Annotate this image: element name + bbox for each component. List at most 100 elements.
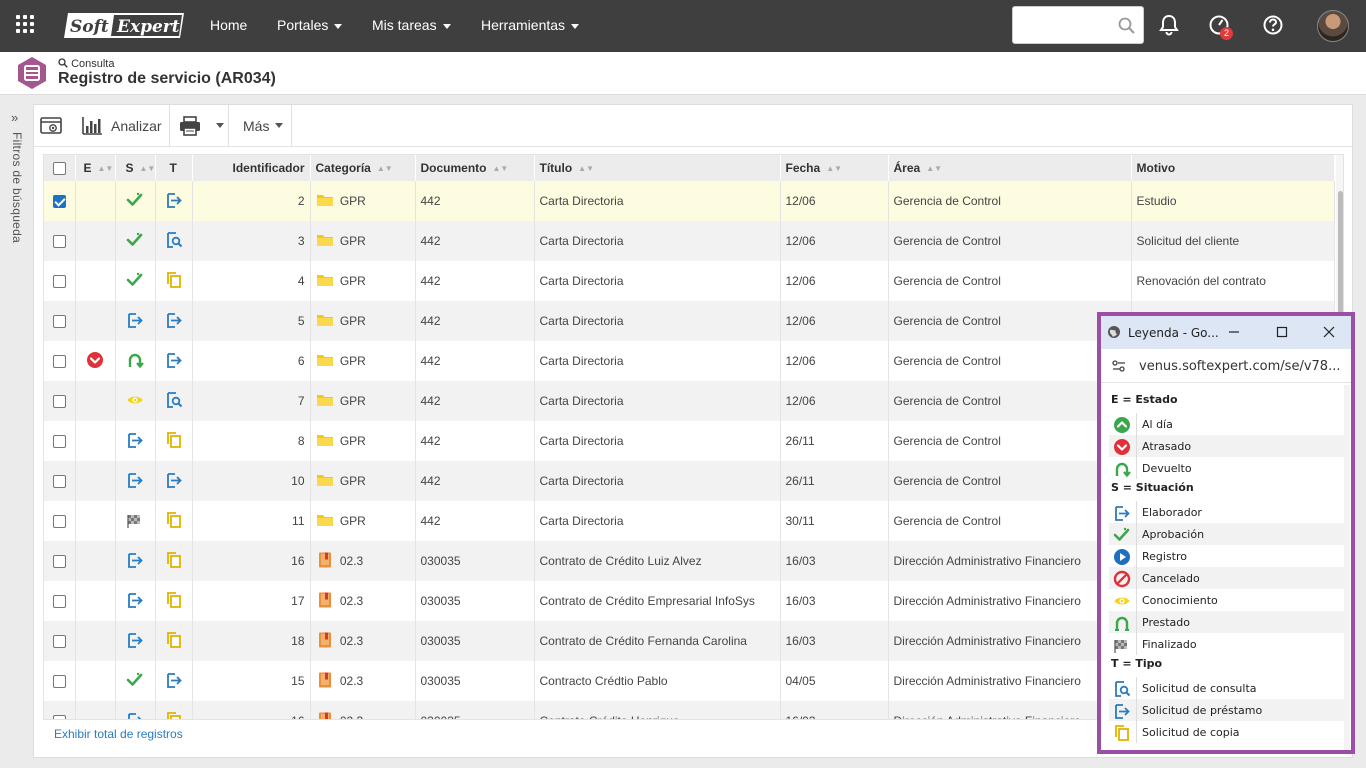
show-total-records-link[interactable]: Exhibir total de registros	[54, 727, 183, 741]
more-button[interactable]: Más	[243, 105, 284, 146]
row-checkbox[interactable]	[52, 355, 66, 369]
site-settings-icon[interactable]	[1112, 360, 1126, 372]
returned-status-icon	[126, 351, 144, 372]
filters-label[interactable]: Filtros de búsqueda	[10, 132, 24, 243]
row-checkbox[interactable]	[52, 275, 66, 289]
nav-home[interactable]: Home	[210, 17, 247, 33]
categoria-label: GPR	[339, 474, 366, 488]
finished-flag-icon	[126, 511, 144, 532]
row-checkbox[interactable]	[52, 435, 66, 449]
column-header-titulo[interactable]: Título ▲▼	[534, 155, 781, 181]
cell-situacion	[115, 341, 156, 381]
row-checkbox[interactable]	[52, 595, 66, 609]
consult-request-icon	[1113, 680, 1131, 701]
cell-titulo: Carta Directoria	[534, 381, 781, 421]
row-checkbox[interactable]	[52, 675, 66, 689]
table-row[interactable]: 3 GPR 442 Carta Directoria 12/06 Gerencia de…	[44, 221, 1335, 261]
legend-body: E = Estado Al día Atrasado Devuelto S = Situ…	[1101, 385, 1351, 750]
legend-item: Solicitud de consulta	[1109, 677, 1345, 699]
print-dropdown-button[interactable]	[210, 105, 224, 146]
row-checkbox[interactable]	[52, 195, 66, 209]
nav-herramientas[interactable]: Herramientas	[481, 17, 580, 33]
row-checkbox[interactable]	[52, 715, 66, 719]
bell-icon[interactable]	[1159, 14, 1179, 36]
column-header-identificador[interactable]: Identificador	[192, 155, 311, 181]
finished-flag-icon	[1113, 636, 1131, 657]
cell-documento: 442	[415, 301, 535, 341]
legend-item: Finalizado	[1109, 633, 1345, 655]
column-header-e[interactable]: E ▲▼	[75, 155, 116, 181]
print-button[interactable]	[179, 105, 201, 146]
approval-check-icon	[126, 271, 144, 292]
sort-icon: ▲▼	[578, 164, 594, 174]
cell-documento: 030035	[415, 701, 535, 719]
cell-tipo	[155, 501, 193, 541]
cell-fecha: 16/03	[780, 581, 889, 621]
table-row[interactable]: 4 GPR 442 Carta Directoria 12/06 Gerencia de…	[44, 261, 1335, 301]
row-checkbox[interactable]	[52, 475, 66, 489]
cell-area: Gerencia de Control	[888, 261, 1132, 301]
search-filters-sidebar: » Filtros de búsqueda	[0, 96, 32, 768]
row-checkbox[interactable]	[52, 235, 66, 249]
legend-item: Atrasado	[1109, 435, 1345, 457]
column-header-categoria[interactable]: Categoría ▲▼	[310, 155, 416, 181]
address-url[interactable]: venus.softexpert.com/se/v78...	[1139, 359, 1340, 374]
loan-request-icon	[1113, 702, 1131, 723]
search-icon[interactable]	[1118, 17, 1136, 35]
nav-mis-tareas[interactable]: Mis tareas	[372, 17, 451, 33]
book-icon	[316, 711, 334, 719]
user-avatar[interactable]	[1317, 10, 1349, 42]
loan-request-icon	[165, 671, 183, 692]
view-record-button[interactable]	[40, 105, 64, 146]
help-icon[interactable]	[1262, 14, 1284, 36]
book-icon	[316, 631, 334, 652]
analyze-button[interactable]: Analizar	[81, 105, 162, 146]
legend-item-label: Prestado	[1142, 616, 1190, 629]
column-header-s[interactable]: S ▲▼	[115, 155, 156, 181]
table-row[interactable]: 2 GPR 442 Carta Directoria 12/06 Gerencia de…	[44, 181, 1335, 221]
chevron-down-icon	[216, 123, 224, 128]
folder-icon	[316, 271, 334, 292]
select-all-checkbox[interactable]	[52, 162, 66, 176]
row-checkbox[interactable]	[52, 635, 66, 649]
nav-portales[interactable]: Portales	[277, 17, 343, 33]
cell-categoria: 02.3	[310, 581, 416, 621]
breadcrumb[interactable]: Consulta	[58, 58, 114, 70]
column-header-area[interactable]: Área ▲▼	[888, 155, 1132, 181]
legend-item-label: Aprobación	[1142, 528, 1205, 541]
legend-item-label: Solicitud de consulta	[1142, 682, 1257, 695]
cell-documento: 442	[415, 261, 535, 301]
expand-filters-icon[interactable]: »	[11, 110, 18, 125]
cell-fecha: 12/06	[780, 341, 889, 381]
chevron-down-icon	[334, 23, 343, 29]
column-header-fecha[interactable]: Fecha ▲▼	[780, 155, 889, 181]
cell-area: Gerencia de Control	[888, 301, 1132, 341]
legend-section-heading: E = Estado	[1111, 393, 1178, 406]
maximize-button[interactable]	[1271, 322, 1293, 342]
row-checkbox[interactable]	[52, 315, 66, 329]
cell-area: Gerencia de Control	[888, 341, 1132, 381]
legend-item: Cancelado	[1109, 567, 1345, 589]
knowledge-eye-icon	[126, 391, 144, 412]
close-window-button[interactable]	[1318, 322, 1340, 342]
legend-item-label: Cancelado	[1142, 572, 1200, 585]
folder-icon	[316, 231, 334, 252]
legend-item-label: Al día	[1142, 418, 1173, 431]
row-checkbox[interactable]	[52, 395, 66, 409]
copy-request-icon	[165, 511, 183, 532]
cell-documento: 442	[415, 381, 535, 421]
row-checkbox[interactable]	[52, 555, 66, 569]
column-header-motivo[interactable]: Motivo	[1131, 155, 1335, 181]
softexpert-logo[interactable]: Soft Expert	[62, 11, 188, 40]
column-header-t[interactable]: T	[155, 155, 193, 181]
book-icon	[316, 671, 334, 692]
minimize-icon	[1229, 331, 1239, 333]
app-launcher-icon[interactable]	[16, 15, 36, 35]
folder-icon	[316, 511, 334, 532]
loan-request-icon	[165, 191, 183, 212]
minimize-button[interactable]	[1223, 322, 1245, 342]
search-input[interactable]	[1013, 7, 1113, 43]
cell-identificador: 18	[192, 621, 311, 661]
row-checkbox[interactable]	[52, 515, 66, 529]
column-header-documento[interactable]: Documento ▲▼	[415, 155, 535, 181]
